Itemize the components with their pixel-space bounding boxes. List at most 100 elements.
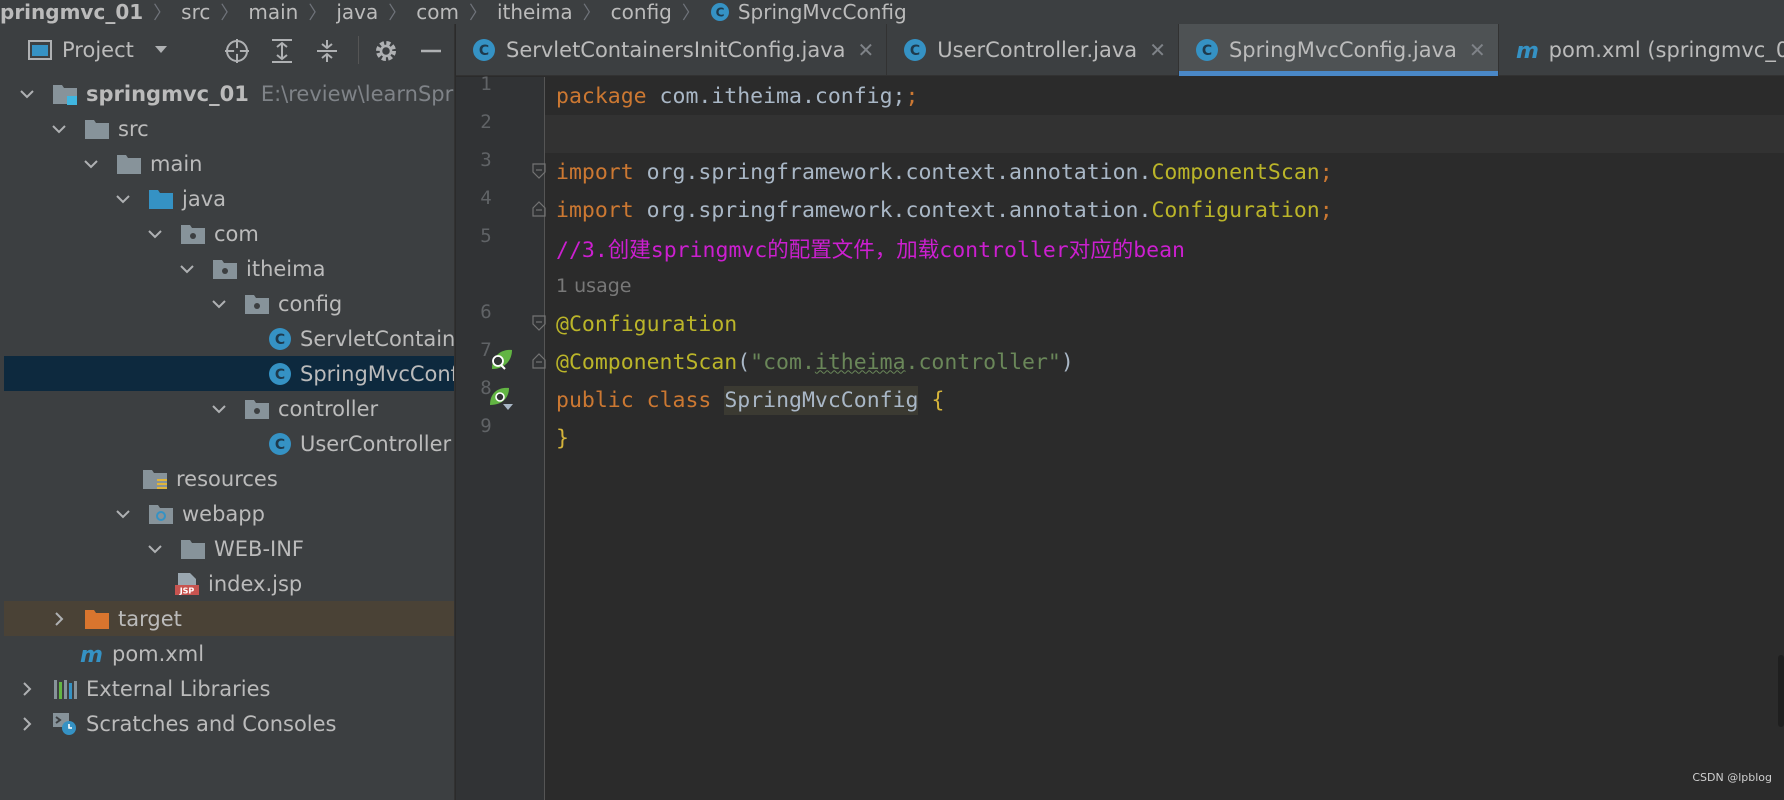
tree-item-folder[interactable]: src <box>4 111 454 146</box>
code-line[interactable]: //3.创建springmvc的配置文件，加载controller对应的bean <box>556 229 1784 267</box>
chevron-down-icon[interactable] <box>114 505 132 523</box>
chevron-down-icon[interactable] <box>50 120 68 138</box>
tree-item-package[interactable]: config <box>4 286 454 321</box>
locate-target-icon[interactable] <box>224 38 250 64</box>
code-line[interactable]: import org.springframework.context.annot… <box>556 191 1784 229</box>
folder-icon <box>117 154 141 174</box>
chevron-down-icon[interactable] <box>178 260 196 278</box>
code-token-keyword: class <box>646 387 712 413</box>
breadcrumb-item[interactable]: src <box>181 0 210 24</box>
tree-item-class[interactable]: C ServletContaine <box>4 321 454 356</box>
tree-item-class[interactable]: C UserController <box>4 426 454 461</box>
code-line-current[interactable] <box>545 115 1784 153</box>
breadcrumb-separator-icon: 〉 <box>153 3 172 24</box>
tree-item-package[interactable]: controller <box>4 391 454 426</box>
close-icon[interactable]: ✕ <box>858 38 875 62</box>
close-icon[interactable]: ✕ <box>1469 38 1486 62</box>
chevron-down-icon[interactable] <box>154 45 168 55</box>
java-class-icon: C <box>710 3 729 21</box>
gear-icon[interactable] <box>373 38 399 64</box>
tree-item-label: UserController <box>300 431 452 456</box>
module-folder-icon <box>53 84 77 105</box>
spring-bean-navigate-icon[interactable] <box>488 385 514 411</box>
java-class-icon: C <box>269 432 291 455</box>
tree-item-folder-excluded[interactable]: target <box>4 601 454 636</box>
code-token-keyword: import <box>556 197 634 223</box>
tree-item-libraries[interactable]: External Libraries <box>4 671 454 706</box>
tab-pom-xml[interactable]: m pom.xml (springmvc_01) ✕ <box>1499 24 1784 76</box>
breadcrumb-item[interactable]: pringmvc_01 <box>0 0 143 24</box>
tab-springmvcconfig[interactable]: C SpringMvcConfig.java ✕ <box>1178 24 1499 76</box>
code-inlay-usage[interactable]: 1 usage <box>556 267 1784 305</box>
collapse-all-icon[interactable] <box>314 38 340 64</box>
maven-icon: m <box>80 643 103 666</box>
tree-item-folder[interactable]: java <box>4 181 454 216</box>
chevron-down-icon[interactable] <box>146 225 164 243</box>
chevron-down-icon[interactable] <box>82 155 100 173</box>
watermark: CSDN @lpblog <box>1692 771 1772 784</box>
code-line[interactable]: public class SpringMvcConfig { <box>556 381 1784 419</box>
breadcrumb-separator-icon: 〉 <box>308 3 327 24</box>
chevron-down-icon[interactable] <box>146 540 164 558</box>
tab-label: ServletContainersInitConfig.java <box>506 38 846 62</box>
tree-item-folder[interactable]: webapp <box>4 496 454 531</box>
folder-icon <box>181 539 205 559</box>
package-icon <box>245 399 269 419</box>
tab-servletcontainersinitconfig[interactable]: C ServletContainersInitConfig.java ✕ <box>456 24 888 76</box>
breadcrumb-item[interactable]: itheima <box>497 0 573 24</box>
breadcrumb-item[interactable]: java <box>336 0 378 24</box>
breadcrumb-item[interactable]: com <box>416 0 459 24</box>
tree-item-folder[interactable]: resources <box>4 461 454 496</box>
fold-icon[interactable] <box>532 201 546 217</box>
chevron-right-icon[interactable] <box>50 610 68 628</box>
code-token-class-name: SpringMvcConfig <box>724 385 919 415</box>
tab-usercontroller[interactable]: C UserController.java ✕ <box>887 24 1179 76</box>
vertical-scrollbar[interactable] <box>1778 655 1784 727</box>
fold-icon[interactable] <box>532 163 546 179</box>
breadcrumb-item[interactable]: config <box>611 0 672 24</box>
fold-icon[interactable] <box>532 353 546 369</box>
code-line[interactable]: } <box>556 419 1784 457</box>
tree-item-scratches[interactable]: Scratches and Consoles <box>4 706 454 741</box>
chevron-down-icon[interactable] <box>210 400 228 418</box>
code-line[interactable]: @ComponentScan("com. itheima .controller") <box>556 343 1784 381</box>
project-toolbar: Project <box>0 24 455 76</box>
tree-item-folder[interactable]: main <box>4 146 454 181</box>
tree-item-folder[interactable]: WEB-INF <box>4 531 454 566</box>
project-view-selector[interactable]: Project <box>28 38 168 62</box>
tree-item-file[interactable]: JSP index.jsp <box>4 566 454 601</box>
line-number: 2 <box>480 111 492 133</box>
minimize-icon[interactable] <box>418 38 444 64</box>
tree-item-file[interactable]: m pom.xml <box>4 636 454 671</box>
code-token-paren: ) <box>1060 349 1074 375</box>
code-line[interactable]: @Configuration <box>556 305 1784 343</box>
tree-item-label: main <box>150 151 203 176</box>
editor-gutter: 1 2 3 4 5 6 7 8 9 <box>456 73 546 800</box>
breadcrumb-item[interactable]: main <box>248 0 298 24</box>
tab-label: SpringMvcConfig.java <box>1228 38 1457 62</box>
chevron-down-icon[interactable] <box>18 85 36 103</box>
chevron-right-icon[interactable] <box>18 715 36 733</box>
code-line[interactable]: package com.itheima.config;; <box>556 77 1784 115</box>
tree-item-package[interactable]: itheima <box>4 251 454 286</box>
breadcrumb-separator-icon: 〉 <box>681 3 700 24</box>
code-token-semicolon: ; <box>1319 159 1333 185</box>
code-token-class: ComponentScan <box>1151 159 1320 185</box>
chevron-right-icon[interactable] <box>18 680 36 698</box>
svg-text:C: C <box>275 437 285 453</box>
breadcrumb-item-class[interactable]: C SpringMvcConfig <box>710 0 907 24</box>
chevron-down-icon[interactable] <box>114 190 132 208</box>
spring-bean-search-icon[interactable] <box>488 347 514 373</box>
chevron-down-icon[interactable] <box>210 295 228 313</box>
close-icon[interactable]: ✕ <box>1149 38 1166 62</box>
usage-hint[interactable]: 1 usage <box>556 275 631 297</box>
fold-icon[interactable] <box>532 315 546 331</box>
code-editor[interactable]: 1 2 3 4 5 6 7 8 9 package com.itheima.co… <box>456 73 1784 800</box>
resources-folder-icon <box>143 469 167 489</box>
tree-item-class-selected[interactable]: C SpringMvcConf <box>4 356 454 391</box>
code-line[interactable]: import org.springframework.context.annot… <box>556 153 1784 191</box>
expand-all-icon[interactable] <box>269 38 295 64</box>
tree-item-package[interactable]: com <box>4 216 454 251</box>
tree-item-module[interactable]: springmvc_01 E:\review\learnSpring <box>4 76 454 111</box>
code-token-semicolon: ; <box>1319 197 1333 223</box>
